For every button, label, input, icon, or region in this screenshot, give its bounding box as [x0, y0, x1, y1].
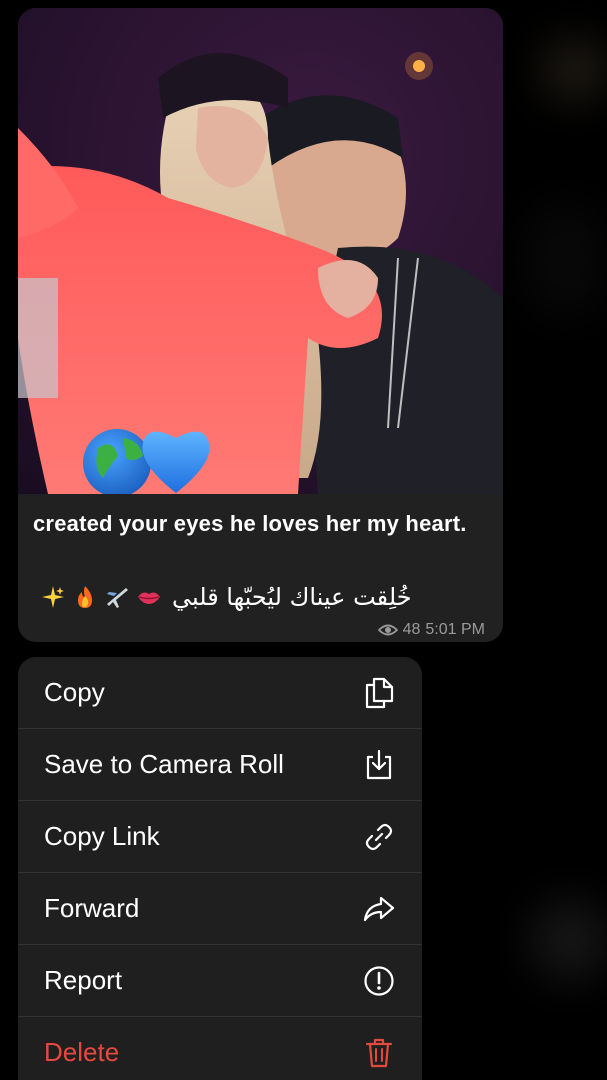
forward-arrow-icon — [362, 892, 396, 926]
sparkles-emoji — [42, 586, 64, 608]
screen: created your eyes he loves her my heart. — [0, 0, 607, 1080]
caption-emoji-row — [40, 584, 162, 610]
lips-emoji — [138, 592, 160, 604]
airplane-emoji — [107, 588, 128, 608]
eye-icon — [377, 624, 398, 636]
caption-arabic-text: خُلِقت عيناك ليُحبّها قلبي — [172, 583, 412, 611]
photo-illustration — [18, 8, 503, 494]
exclamation-circle-icon — [362, 964, 396, 998]
menu-item-label: Forward — [44, 893, 140, 923]
caption-arabic-line: خُلِقت عيناك ليُحبّها قلبي — [40, 580, 490, 614]
message-bubble[interactable]: created your eyes he loves her my heart. — [18, 8, 503, 642]
menu-item-label: Copy — [44, 677, 105, 707]
menu-item-report[interactable]: Report — [18, 945, 422, 1017]
menu-item-label: Delete — [44, 1037, 120, 1067]
link-icon — [362, 820, 396, 854]
trash-icon — [362, 1036, 396, 1070]
menu-item-save-to-camera-roll[interactable]: Save to Camera Roll — [18, 729, 422, 801]
message-meta: 48 5:01 PM — [377, 621, 485, 639]
context-menu: Copy Save to Camera Roll Copy Link Forwa… — [18, 657, 422, 1080]
copy-icon — [362, 676, 396, 710]
menu-item-copy[interactable]: Copy — [18, 657, 422, 729]
caption-text: created your eyes he loves her my heart. — [33, 511, 467, 536]
menu-item-label: Report — [44, 965, 123, 995]
view-count: 48 — [402, 621, 421, 638]
background-blur — [540, 40, 607, 100]
menu-item-label: Copy Link — [44, 821, 160, 851]
menu-item-label: Save to Camera Roll — [44, 749, 284, 779]
menu-item-forward[interactable]: Forward — [18, 873, 422, 945]
menu-item-delete[interactable]: Delete — [18, 1017, 422, 1080]
message-time: 5:01 PM — [425, 621, 485, 638]
background-blur — [530, 900, 607, 980]
message-photo[interactable] — [18, 8, 503, 494]
menu-item-copy-link[interactable]: Copy Link — [18, 801, 422, 873]
fire-emoji — [78, 586, 92, 608]
save-download-icon — [362, 748, 396, 782]
background-blur — [520, 200, 607, 320]
